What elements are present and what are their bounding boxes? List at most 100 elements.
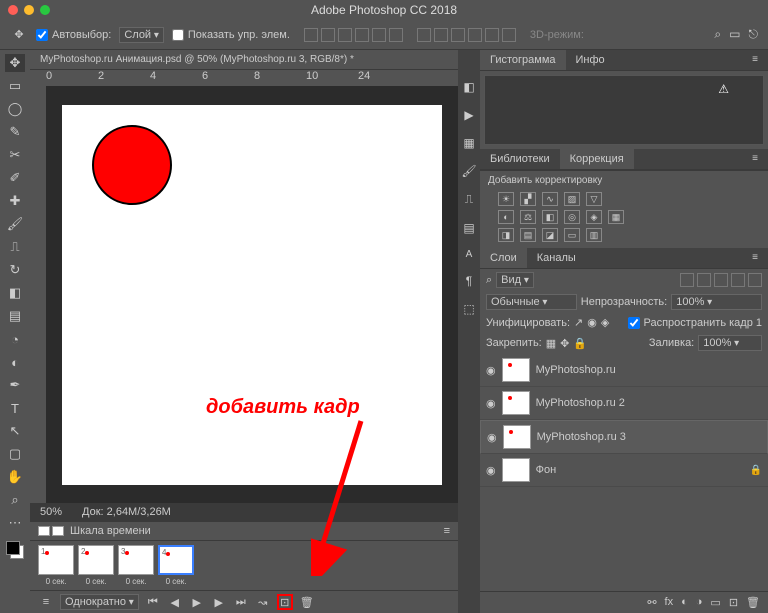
move-tool[interactable]: ✥	[5, 54, 25, 72]
next-frame-icon[interactable]: ▶	[211, 594, 227, 610]
warning-icon[interactable]: ⚠	[718, 82, 729, 96]
layer-mask-icon[interactable]: ◐	[681, 596, 688, 609]
propagate-checkbox[interactable]: Распространить кадр 1	[628, 317, 762, 329]
play-icon[interactable]: ▶	[189, 594, 205, 610]
canvas[interactable]: добавить кадр	[46, 86, 458, 503]
clone-panel-icon[interactable]: ⎍	[465, 192, 473, 207]
libraries-tab[interactable]: Библиотеки	[480, 149, 560, 169]
info-tab[interactable]: Инфо	[566, 50, 615, 70]
edit-toolbar[interactable]: ⋯	[5, 514, 25, 532]
align-icon[interactable]	[355, 28, 369, 42]
threshold-icon[interactable]: ◪	[542, 228, 558, 242]
artboard[interactable]	[62, 105, 442, 485]
unify-style-icon[interactable]: ◈	[601, 316, 609, 329]
minimize-window[interactable]	[24, 5, 34, 15]
path-tool[interactable]: ↖	[5, 422, 25, 440]
invert-icon[interactable]: ◨	[498, 228, 514, 242]
curves-icon[interactable]: ∿	[542, 192, 558, 206]
timeline-frame-2[interactable]: 2 0 сек.	[78, 545, 114, 586]
hue-icon[interactable]: ◐	[498, 210, 514, 224]
visibility-icon[interactable]: ◉	[486, 397, 496, 410]
lock-pixels-icon[interactable]: ▦	[546, 337, 556, 350]
layer-item[interactable]: ◉ MyPhotoshop.ru	[480, 354, 768, 387]
panel-menu-icon[interactable]: ≡	[742, 149, 768, 169]
autoselect-dropdown[interactable]: Слой ▾	[119, 27, 164, 43]
panel-menu-icon[interactable]: ≡	[742, 50, 768, 70]
add-frame-button[interactable]: ⊡	[277, 594, 293, 610]
timeline-frame-1[interactable]: 1 0 сек.	[38, 545, 74, 586]
align-icon[interactable]	[304, 28, 318, 42]
bw-icon[interactable]: ◧	[542, 210, 558, 224]
lookup-icon[interactable]: ▦	[608, 210, 624, 224]
blur-tool[interactable]: ◔	[5, 330, 25, 348]
close-window[interactable]	[8, 5, 18, 15]
color-panel-icon[interactable]: ◧	[463, 80, 474, 94]
layer-name[interactable]: MyPhotoshop.ru	[536, 364, 616, 376]
play-panel-icon[interactable]: ▶	[464, 108, 473, 122]
move-tool-icon[interactable]: ✥	[10, 26, 28, 44]
filter-type-dropdown[interactable]: Вид ▾	[496, 272, 534, 288]
unify-position-icon[interactable]: ↗	[574, 316, 583, 329]
adjustment-layer-icon[interactable]: ◑	[696, 596, 703, 609]
channels-tab[interactable]: Каналы	[527, 248, 586, 268]
distribute-icon[interactable]	[417, 28, 431, 42]
search-icon[interactable]: ⌕	[486, 274, 492, 287]
new-layer-icon[interactable]: ⊡	[729, 596, 738, 609]
correction-tab[interactable]: Коррекция	[560, 149, 634, 169]
align-icon[interactable]	[338, 28, 352, 42]
exposure-icon[interactable]: ▨	[564, 192, 580, 206]
layer-item[interactable]: ◉ MyPhotoshop.ru 2	[480, 387, 768, 420]
panel-menu-icon[interactable]: ≡	[444, 525, 450, 537]
tween-icon[interactable]: ↝	[255, 594, 271, 610]
layer-thumbnail[interactable]	[502, 358, 530, 382]
fill-input[interactable]: 100% ▾	[698, 335, 762, 351]
crop-tool[interactable]: ✂	[5, 146, 25, 164]
swatch-panel-icon[interactable]: ▦	[463, 136, 474, 150]
workspace-icon[interactable]: ▭	[729, 27, 740, 42]
layer-name[interactable]: MyPhotoshop.ru 3	[537, 431, 626, 443]
distribute-icon[interactable]	[468, 28, 482, 42]
red-circle-shape[interactable]	[92, 125, 172, 205]
character-panel-icon[interactable]: A	[466, 249, 473, 260]
distribute-icon[interactable]	[502, 28, 516, 42]
visibility-icon[interactable]: ◉	[486, 464, 496, 477]
gradient-tool[interactable]: ▤	[5, 307, 25, 325]
filter-smart-icon[interactable]	[748, 273, 762, 287]
lock-position-icon[interactable]: ✥	[560, 337, 569, 350]
posterize-icon[interactable]: ▤	[520, 228, 536, 242]
visibility-icon[interactable]: ◉	[487, 431, 497, 444]
first-frame-icon[interactable]: ⏮	[145, 594, 161, 610]
filter-adjust-icon[interactable]	[697, 273, 711, 287]
healing-tool[interactable]: ✚	[5, 192, 25, 210]
mixer-icon[interactable]: ◈	[586, 210, 602, 224]
history-brush-tool[interactable]: ↻	[5, 261, 25, 279]
lock-all-icon[interactable]: 🔒	[573, 337, 587, 350]
lock-icon[interactable]: 🔒	[750, 465, 762, 476]
shape-tool[interactable]: ▢	[5, 445, 25, 463]
align-icon[interactable]	[372, 28, 386, 42]
history-panel-icon[interactable]: ▤	[463, 221, 474, 235]
layer-item[interactable]: ◉ MyPhotoshop.ru 3	[480, 420, 768, 454]
layer-thumbnail[interactable]	[503, 425, 531, 449]
maximize-window[interactable]	[40, 5, 50, 15]
zoom-tool[interactable]: ⌕	[5, 491, 25, 509]
filter-type-icon[interactable]	[714, 273, 728, 287]
stamp-tool[interactable]: ⎍	[5, 238, 25, 256]
blend-mode-dropdown[interactable]: Обычные ▾	[486, 294, 577, 310]
vibrance-icon[interactable]: ▽	[586, 192, 602, 206]
timeline-menu-icon[interactable]: ≡	[38, 594, 54, 610]
brushes-panel-icon[interactable]: 🖌	[461, 164, 476, 178]
timeline-frame-4[interactable]: 4 0 сек.	[158, 545, 194, 586]
prev-frame-icon[interactable]: ◀	[167, 594, 183, 610]
zoom-level[interactable]: 50%	[40, 506, 62, 518]
unify-visibility-icon[interactable]: ◉	[587, 316, 597, 329]
paragraph-panel-icon[interactable]: ¶	[466, 274, 472, 288]
last-frame-icon[interactable]: ⏭	[233, 594, 249, 610]
levels-icon[interactable]: ▞	[520, 192, 536, 206]
link-layers-icon[interactable]: ⚯	[647, 596, 656, 609]
delete-frame-icon[interactable]: 🗑	[299, 594, 315, 610]
autoselect-checkbox[interactable]: Автовыбор:	[36, 29, 111, 41]
opacity-input[interactable]: 100% ▾	[671, 294, 762, 310]
layer-fx-icon[interactable]: fx	[665, 596, 674, 609]
type-tool[interactable]: T	[5, 399, 25, 417]
